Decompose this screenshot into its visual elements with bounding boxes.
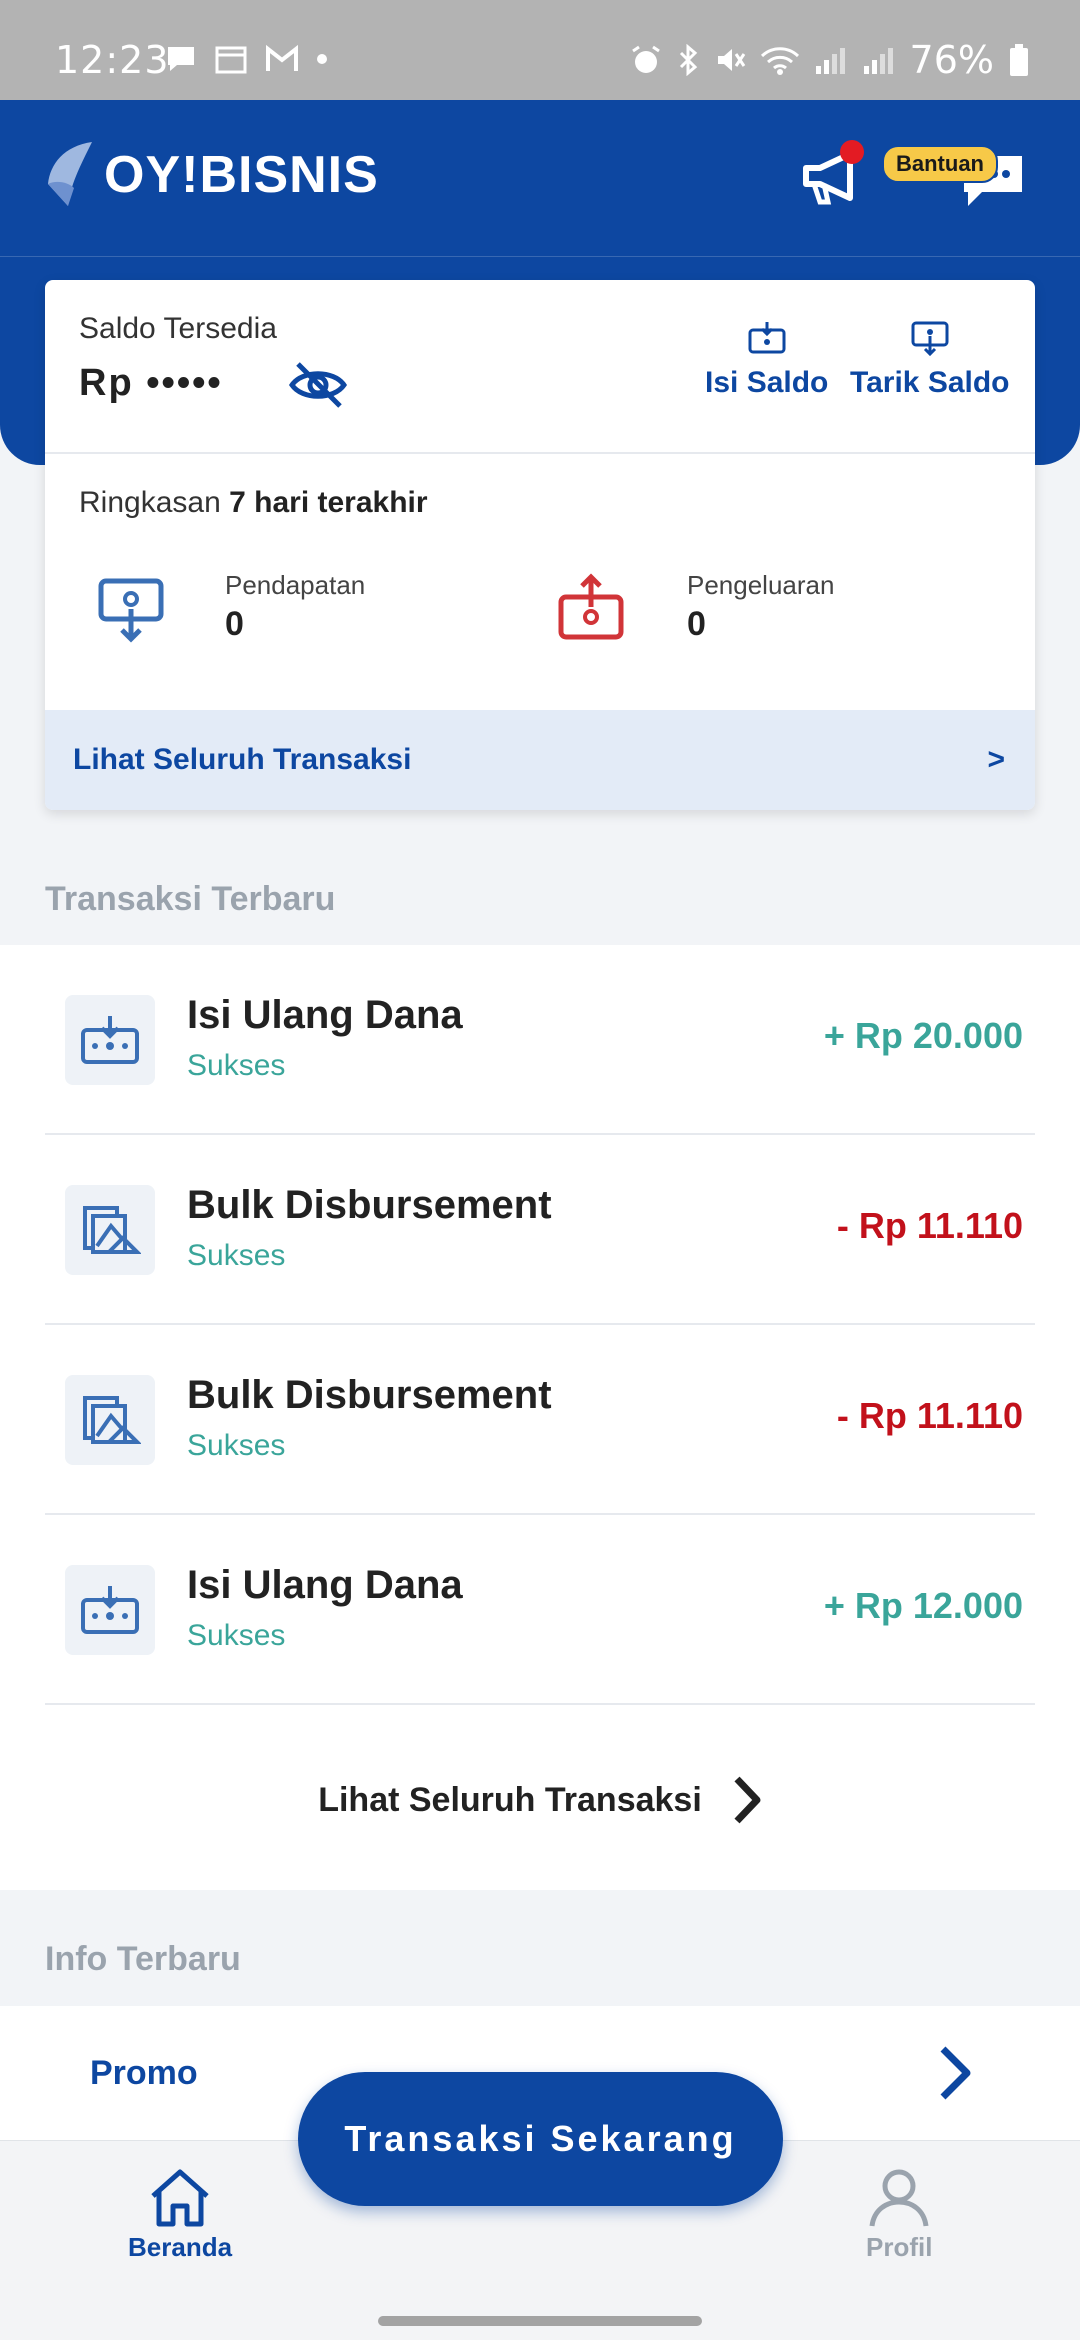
- calendar-icon: [215, 46, 247, 74]
- nav-home[interactable]: Beranda: [128, 2168, 232, 2263]
- transaction-row[interactable]: Bulk Disbursement Sukses - Rp 11.110: [45, 1135, 1035, 1325]
- transaction-status: Sukses: [187, 1239, 286, 1272]
- chevron-right-icon[interactable]: [935, 2045, 975, 2101]
- topup-icon: [748, 322, 786, 354]
- topup-icon: [65, 1565, 155, 1655]
- topup-icon: [65, 995, 155, 1085]
- info-section-title: Info Terbaru: [45, 1940, 241, 1978]
- income-label: Pendapatan: [225, 570, 366, 600]
- transaction-row[interactable]: Isi Ulang Dana Sukses + Rp 20.000: [45, 945, 1035, 1135]
- transaction-title: Isi Ulang Dana: [187, 993, 463, 1037]
- battery-icon: [1010, 44, 1028, 76]
- topup-button[interactable]: Isi Saldo: [705, 320, 828, 400]
- logo-text: OY!BISNIS: [104, 146, 379, 204]
- balance-card: Saldo Tersedia Rp ••••• Isi Saldo Tarik …: [45, 280, 1035, 810]
- message-icon: [168, 47, 194, 71]
- bulk-disbursement-icon: [65, 1185, 155, 1275]
- profile-icon: [869, 2169, 929, 2227]
- transact-now-button[interactable]: Transaksi Sekarang: [298, 2072, 783, 2206]
- see-all-transactions-button[interactable]: Lihat Seluruh Transaksi: [0, 1712, 1080, 1888]
- summary-prefix: Ringkasan: [79, 486, 221, 519]
- home-icon: [151, 2169, 209, 2227]
- promo-link[interactable]: Promo: [90, 2054, 198, 2093]
- status-notification-icons: [165, 44, 327, 74]
- view-all-label: Lihat Seluruh Transaksi: [73, 743, 412, 776]
- transaction-amount: + Rp 20.000: [823, 1015, 1023, 1056]
- header-divider: [0, 256, 1080, 257]
- chevron-right-icon: >: [987, 743, 1005, 776]
- transaction-status: Sukses: [187, 1619, 286, 1652]
- mute-icon: [717, 49, 745, 71]
- help-badge[interactable]: Bantuan: [882, 145, 998, 183]
- status-time: 12:23: [55, 38, 170, 82]
- transaction-amount: - Rp 11.110: [836, 1205, 1023, 1246]
- expense-label: Pengeluaran: [687, 570, 835, 600]
- summary-heading: Ringkasan 7 hari terakhir: [79, 486, 428, 520]
- home-indicator[interactable]: [378, 2316, 702, 2326]
- transaction-amount: - Rp 11.110: [836, 1395, 1023, 1436]
- bluetooth-icon: [679, 44, 697, 76]
- notification-dot: [840, 140, 864, 164]
- app-logo: OY!BISNIS: [44, 140, 379, 210]
- withdraw-label: Tarik Saldo: [850, 366, 1010, 399]
- nav-profile[interactable]: Profil: [866, 2168, 932, 2263]
- status-system-icons: 76%: [630, 38, 1030, 82]
- transaction-row[interactable]: Isi Ulang Dana Sukses + Rp 12.000: [45, 1515, 1035, 1705]
- alarm-icon: [631, 45, 660, 73]
- card-divider: [45, 452, 1035, 454]
- bulk-disbursement-icon: [65, 1375, 155, 1465]
- expense-icon: [558, 573, 624, 640]
- transaction-status: Sukses: [187, 1429, 286, 1462]
- transaction-title: Isi Ulang Dana: [187, 1563, 463, 1607]
- chevron-right-icon: [734, 1776, 761, 1824]
- hide-balance-icon[interactable]: [288, 360, 348, 410]
- balance-value: Rp •••••: [79, 362, 223, 404]
- nav-home-label: Beranda: [128, 2232, 233, 2262]
- summary-period: 7 hari terakhir: [229, 486, 428, 519]
- battery-percentage: 76%: [909, 38, 994, 82]
- see-all-label: Lihat Seluruh Transaksi: [318, 1780, 702, 1819]
- recent-transactions-title: Transaksi Terbaru: [45, 880, 336, 918]
- signal-icon: [815, 48, 845, 74]
- expense-value: 0: [687, 605, 706, 643]
- gmail-icon: [266, 44, 298, 71]
- withdraw-icon: [911, 321, 949, 356]
- more-notifications-dot: [317, 54, 327, 64]
- income-value: 0: [225, 605, 244, 643]
- status-bar: 12:23 76%: [0, 0, 1080, 100]
- nav-profile-label: Profil: [866, 2232, 933, 2262]
- wifi-icon: [760, 47, 799, 75]
- signal-icon-2: [863, 48, 893, 74]
- view-all-transactions-link[interactable]: Lihat Seluruh Transaksi >: [45, 710, 1035, 810]
- income-icon: [98, 578, 164, 643]
- transaction-status: Sukses: [187, 1049, 286, 1082]
- transaction-title: Bulk Disbursement: [187, 1373, 552, 1417]
- balance-label: Saldo Tersedia: [79, 312, 277, 345]
- transaction-row[interactable]: Bulk Disbursement Sukses - Rp 11.110: [45, 1325, 1035, 1515]
- transaction-title: Bulk Disbursement: [187, 1183, 552, 1227]
- logo-leaf-icon: [48, 142, 92, 206]
- topup-label: Isi Saldo: [705, 366, 829, 399]
- transaction-amount: + Rp 12.000: [823, 1585, 1023, 1626]
- withdraw-button[interactable]: Tarik Saldo: [850, 320, 1010, 400]
